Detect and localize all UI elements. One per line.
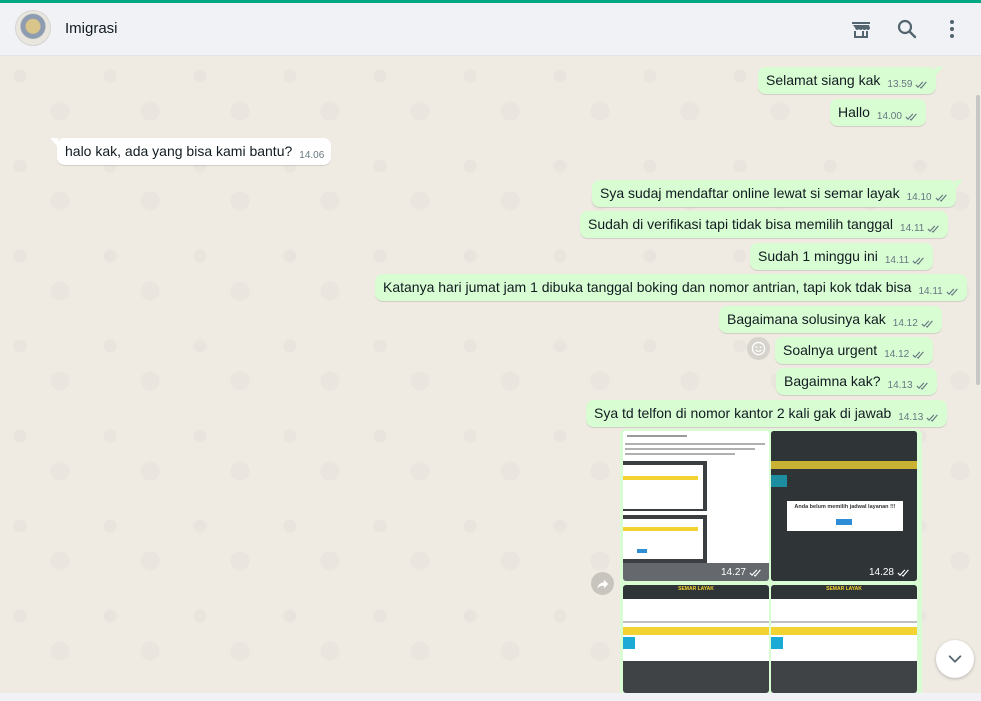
double-check-icon	[946, 288, 958, 296]
message-time: 14.13	[887, 380, 913, 391]
dialog-message: Anda belum memilih jadwal layanan !!!	[794, 504, 896, 510]
screenshot-thumbnail	[771, 585, 917, 693]
message-bubble-outgoing[interactable]: Bagaimna kak? 14.13	[776, 368, 937, 395]
image-album[interactable]: 14.27 Anda belum memilih jadwal layanan …	[620, 429, 922, 693]
message-text: Hallo	[838, 104, 870, 120]
message-text: Bagaimna kak?	[784, 373, 881, 389]
message-text: Sya td telfon di nomor kantor 2 kali gak…	[594, 405, 892, 421]
message-text: Soalnya urgent	[783, 342, 878, 358]
scroll-to-bottom-button[interactable]	[936, 640, 974, 678]
screenshot-thumbnail	[623, 431, 769, 581]
thumbnail-banner: SEMAR LAYAK	[678, 586, 714, 592]
double-check-icon	[926, 414, 939, 422]
forward-arrow-icon	[596, 579, 608, 589]
forward-button[interactable]	[591, 572, 614, 595]
contact-name[interactable]: Imigrasi	[65, 20, 118, 37]
message-time: 14.11	[918, 286, 943, 297]
message-bubble-outgoing[interactable]: Katanya hari jumat jam 1 dibuka tanggal …	[375, 274, 967, 301]
contact-avatar[interactable]	[15, 10, 51, 46]
photo-time: 14.28	[868, 567, 894, 578]
message-bubble-outgoing[interactable]: Sudah di verifikasi tapi tidak bisa memi…	[580, 211, 949, 238]
composer-bar-edge	[0, 693, 981, 701]
double-check-icon	[897, 569, 909, 577]
message-time: 14.12	[884, 349, 910, 360]
message-bubble-outgoing[interactable]: Hallo 14.00	[830, 99, 926, 126]
chat-header[interactable]: Imigrasi	[0, 3, 981, 56]
photo-time: 14.27	[720, 567, 746, 578]
message-time: 14.11	[884, 255, 910, 266]
message-time: 14.13	[898, 412, 924, 423]
search-icon[interactable]	[895, 17, 919, 41]
chevron-down-icon	[948, 655, 962, 663]
double-check-icon	[912, 351, 925, 359]
message-text: halo kak, ada yang bisa kami bantu?	[65, 143, 293, 159]
album-photo[interactable]: 14.27	[623, 431, 769, 581]
message-text: Sudah 1 minggu ini	[758, 248, 878, 264]
message-text: Selamat siang kak	[766, 72, 881, 88]
double-check-icon	[916, 382, 928, 390]
chat-scrollbar[interactable]	[976, 95, 980, 385]
screenshot-thumbnail	[623, 585, 769, 693]
album-photo[interactable]: SEMAR LAYAK	[623, 585, 769, 693]
message-time: 14.10	[906, 192, 932, 203]
double-check-icon	[935, 194, 947, 202]
message-bubble-outgoing[interactable]: Sya td telfon di nomor kantor 2 kali gak…	[586, 400, 948, 427]
menu-dots-icon[interactable]	[940, 17, 964, 41]
double-check-icon	[915, 81, 928, 89]
message-text: Sudah di verifikasi tapi tidak bisa memi…	[588, 216, 894, 232]
message-text: Sya sudaj mendaftar online lewat si sema…	[600, 185, 900, 201]
react-emoji-button[interactable]	[747, 337, 770, 360]
message-bubble-outgoing[interactable]: Selamat siang kak 13.59	[758, 67, 944, 94]
message-time: 14.11	[900, 223, 925, 234]
double-check-icon	[749, 569, 761, 577]
message-bubble-outgoing[interactable]: Bagaimana solusinya kak 14.12	[719, 306, 942, 333]
double-check-icon	[927, 225, 940, 233]
message-time: 13.59	[887, 79, 913, 90]
message-bubble-outgoing[interactable]: Sudah 1 minggu ini 14.11	[750, 243, 934, 270]
album-photo[interactable]: SEMAR LAYAK	[771, 585, 917, 693]
album-photo[interactable]: Anda belum memilih jadwal layanan !!! 14…	[771, 431, 917, 581]
double-check-icon	[921, 320, 933, 328]
double-check-icon	[912, 257, 924, 265]
message-text: Katanya hari jumat jam 1 dibuka tanggal …	[383, 279, 912, 295]
message-time: 14.12	[892, 318, 918, 329]
message-bubble-outgoing[interactable]: Soalnya urgent 14.12	[775, 337, 934, 364]
message-bubble-outgoing[interactable]: Sya sudaj mendaftar online lewat si sema…	[592, 180, 963, 207]
message-bubble-incoming[interactable]: halo kak, ada yang bisa kami bantu? 14.0…	[50, 138, 332, 165]
message-text: Bagaimana solusinya kak	[727, 311, 886, 327]
smiley-icon	[751, 341, 766, 356]
catalog-store-icon[interactable]	[849, 17, 873, 41]
message-time: 14.00	[876, 111, 902, 122]
double-check-icon	[905, 113, 917, 121]
message-time: 14.06	[299, 150, 325, 161]
thumbnail-banner: SEMAR LAYAK	[826, 586, 862, 592]
